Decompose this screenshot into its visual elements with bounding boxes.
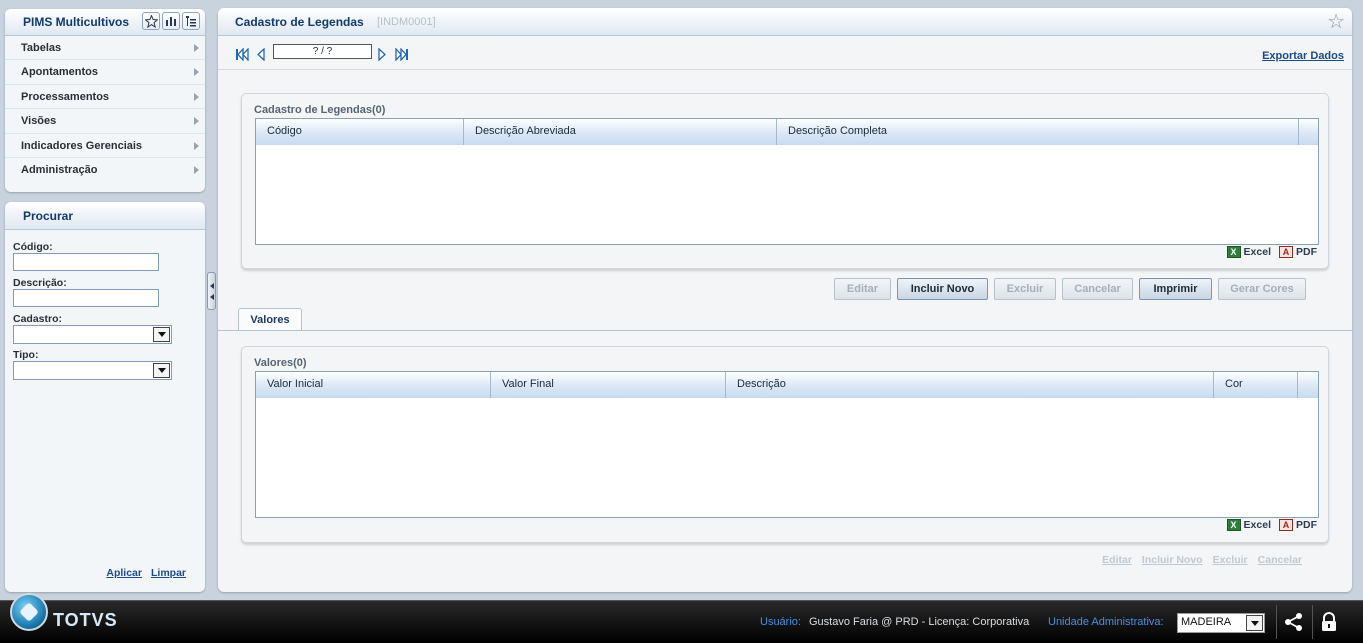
page-indicator[interactable]: ? / ? <box>273 44 372 59</box>
print-button[interactable]: Imprimir <box>1139 278 1212 300</box>
values-cancel-link[interactable]: Cancelar <box>1258 554 1302 566</box>
chevron-right-icon <box>194 68 199 77</box>
tipo-select[interactable] <box>13 361 172 380</box>
delete-button[interactable]: Excluir <box>994 278 1056 300</box>
share-icon[interactable] <box>1283 611 1305 633</box>
sidebar-item-indicadores[interactable]: Indicadores Gerenciais <box>5 134 205 158</box>
tab-divider <box>218 330 1352 331</box>
export-excel-button[interactable]: X Excel <box>1226 519 1271 531</box>
legend-grid: Código Descrição Abreviada Descrição Com… <box>255 118 1319 245</box>
sidebar-item-processamentos[interactable]: Processamentos <box>5 85 205 110</box>
arrow-left-icon <box>209 293 214 300</box>
legend-grid-title: Cadastro de Legendas(0) <box>254 104 386 116</box>
sidebar-item-visoes[interactable]: Visões <box>5 109 205 134</box>
unit-select[interactable]: MADEIRA <box>1177 613 1265 633</box>
next-record-icon[interactable] <box>378 48 387 61</box>
chevron-right-icon <box>194 165 199 174</box>
excel-icon: X <box>1226 519 1241 531</box>
collapse-sidebar-handle[interactable] <box>207 272 216 310</box>
tree-list-icon[interactable] <box>182 12 200 30</box>
main-header: Cadastro de Legendas [INDM0001] ☆ <box>218 8 1352 36</box>
totvs-logo-icon <box>10 593 48 631</box>
sidebar-item-tabelas[interactable]: Tabelas <box>5 36 205 61</box>
tab-valores[interactable]: Valores <box>238 308 302 331</box>
column-header[interactable]: Valor Inicial <box>256 372 491 398</box>
excel-icon: X <box>1226 246 1241 258</box>
footer-bar: TOTVS Usuário: Gustavo Faria @ PRD - Lic… <box>0 593 1363 643</box>
favorite-star-icon[interactable]: ☆ <box>1327 12 1345 32</box>
chevron-right-icon <box>194 44 199 52</box>
cancel-button[interactable]: Cancelar <box>1062 278 1133 300</box>
values-edit-link[interactable]: Editar <box>1102 554 1132 566</box>
app-title: PIMS Multicultivos <box>23 15 130 29</box>
divider <box>1276 605 1277 639</box>
user-label: Usuário: <box>760 616 801 628</box>
generate-colors-button[interactable]: Gerar Cores <box>1218 278 1306 300</box>
sidebar-item-administracao[interactable]: Administração <box>5 158 205 182</box>
divider <box>1312 605 1313 639</box>
cadastro-select[interactable] <box>13 325 172 344</box>
sidebar-item-apontamentos[interactable]: Apontamentos <box>5 60 205 85</box>
star-icon[interactable] <box>142 12 160 30</box>
unit-label: Unidade Administrativa: <box>1048 616 1164 628</box>
search-panel: Procurar Código: Descrição: Cadastro: Ti… <box>5 202 205 592</box>
previous-record-icon[interactable] <box>256 48 265 61</box>
codigo-input[interactable] <box>13 253 159 271</box>
column-header[interactable]: Descrição <box>726 372 1214 398</box>
values-actions: Editar Incluir Novo Excluir Cancelar <box>1102 554 1302 566</box>
apply-link[interactable]: Aplicar <box>106 567 142 579</box>
search-title: Procurar <box>23 209 74 223</box>
values-grid: Valor Inicial Valor Final Descrição Cor <box>255 371 1319 518</box>
chevron-down-icon[interactable] <box>153 363 170 378</box>
descricao-label: Descrição: <box>13 277 67 289</box>
legend-grid-panel: Cadastro de Legendas(0) Código Descrição… <box>241 93 1329 269</box>
export-pdf-button[interactable]: A PDF <box>1279 246 1317 258</box>
chevron-down-icon[interactable] <box>153 327 170 342</box>
page-code: [INDM0001] <box>377 16 436 28</box>
edit-button[interactable]: Editar <box>834 278 891 300</box>
export-data-link[interactable]: Exportar Dados <box>1262 50 1344 62</box>
chevron-right-icon <box>194 141 199 150</box>
unit-select-value: MADEIRA <box>1181 616 1232 628</box>
codigo-label: Código: <box>13 241 53 253</box>
column-header[interactable]: Descrição Abreviada <box>464 119 777 145</box>
descricao-input[interactable] <box>13 289 159 307</box>
tipo-label: Tipo: <box>13 349 39 361</box>
search-header: Procurar <box>5 202 205 230</box>
export-excel-button[interactable]: X Excel <box>1226 246 1271 258</box>
bar-chart-icon[interactable] <box>162 12 180 30</box>
legend-grid-header: Código Descrição Abreviada Descrição Com… <box>256 119 1318 145</box>
cadastro-label: Cadastro: <box>13 313 63 325</box>
column-header[interactable]: Cor <box>1214 372 1298 398</box>
record-navigation: ? / ? Exportar Dados <box>218 37 1352 70</box>
chevron-right-icon <box>194 117 199 126</box>
column-header[interactable]: Valor Final <box>491 372 726 398</box>
values-add-link[interactable]: Incluir Novo <box>1142 554 1203 566</box>
clear-link[interactable]: Limpar <box>151 567 186 579</box>
chevron-down-icon[interactable] <box>1246 615 1263 631</box>
chevron-right-icon <box>194 92 199 101</box>
add-new-button[interactable]: Incluir Novo <box>897 278 988 300</box>
brand-name: TOTVS <box>53 610 118 630</box>
lock-icon[interactable] <box>1318 611 1340 633</box>
values-grid-header: Valor Inicial Valor Final Descrição Cor <box>256 372 1318 398</box>
main-menu-header: PIMS Multicultivos <box>5 9 205 36</box>
pdf-icon: A <box>1279 246 1293 258</box>
last-record-icon[interactable] <box>395 48 409 61</box>
column-header[interactable]: Descrição Completa <box>777 119 1299 145</box>
page-title: Cadastro de Legendas <box>235 15 364 29</box>
user-value: Gustavo Faria @ PRD - Licença: Corporati… <box>809 616 1030 628</box>
main-panel: Cadastro de Legendas [INDM0001] ☆ ? / ? … <box>218 8 1352 592</box>
pdf-icon: A <box>1279 519 1293 531</box>
arrow-left-icon <box>209 282 214 289</box>
export-pdf-button[interactable]: A PDF <box>1279 519 1317 531</box>
values-grid-title: Valores(0) <box>254 357 307 369</box>
column-header[interactable]: Código <box>256 119 464 145</box>
values-grid-panel: Valores(0) Valor Inicial Valor Final Des… <box>241 346 1329 543</box>
values-delete-link[interactable]: Excluir <box>1213 554 1248 566</box>
first-record-icon[interactable] <box>235 48 249 61</box>
main-menu-panel: PIMS Multicultivos Tabelas Apontamentos … <box>5 9 205 192</box>
